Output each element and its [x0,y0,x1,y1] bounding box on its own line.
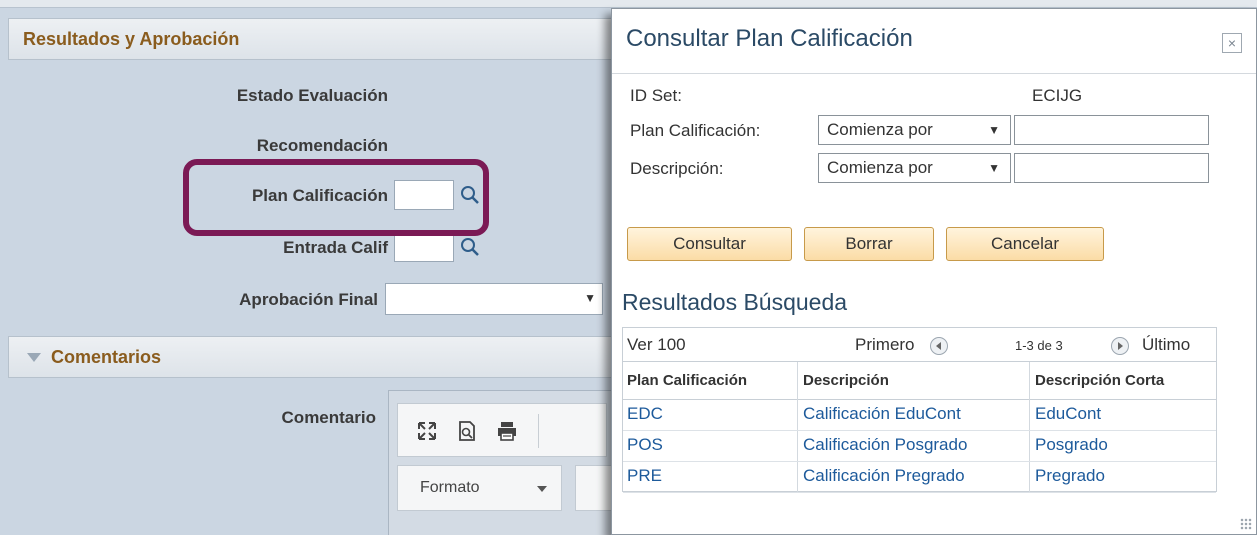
collapse-triangle-icon[interactable] [27,352,41,362]
cell-plan[interactable]: POS [627,435,663,455]
id-set-label: ID Set: [630,86,682,105]
previous-icon[interactable] [930,337,948,355]
column-header-descripcion-corta[interactable]: Descripción Corta [1035,372,1164,389]
label-estado-evaluacion: Estado Evaluación [236,86,388,105]
last-link[interactable]: Último [1142,335,1190,355]
section-header-comments[interactable]: Comentarios [8,336,648,378]
highlight-frame [183,159,489,236]
lookup-modal: Consultar Plan Calificación × ID Set: EC… [611,8,1257,535]
modal-title: Consultar Plan Calificación [626,25,913,52]
chevron-down-icon: ▼ [988,123,1000,137]
cell-descripcion-corta[interactable]: Pregrado [1035,466,1105,486]
cell-descripcion-corta[interactable]: EduCont [1035,404,1101,424]
caret-down-icon [537,486,547,492]
grid-header: Plan Calificación Descripción Descripció… [623,362,1216,400]
results-title: Resultados Búsqueda [622,289,848,315]
label-aprobacion-final: Aprobación Final [239,290,378,309]
lookup-icon[interactable] [459,236,481,258]
column-header-plan[interactable]: Plan Calificación [627,372,747,389]
column-header-descripcion[interactable]: Descripción [803,372,889,389]
next-icon[interactable] [1111,337,1129,355]
label-recomendacion: Recomendación [256,136,388,155]
table-row[interactable]: POS Calificación Posgrado Posgrado [623,431,1216,462]
borrar-button[interactable]: Borrar [804,227,934,261]
cell-plan[interactable]: EDC [627,404,663,424]
toolbar-separator [538,414,539,448]
cell-plan[interactable]: PRE [627,466,662,486]
chevron-down-icon: ▼ [988,161,1000,175]
label-entrada-calif: Entrada Calif [283,238,388,257]
view-100-link[interactable]: Ver 100 [627,335,686,355]
table-row[interactable]: EDC Calificación EduCont EduCont [623,400,1216,431]
id-set-value: ECIJG [1032,86,1083,105]
label-comentario: Comentario [281,408,376,427]
cancelar-button[interactable]: Cancelar [946,227,1104,261]
chevron-down-icon: ▼ [584,291,596,305]
table-row[interactable]: PRE Calificación Pregrado Pregrado [623,462,1216,493]
section-title-comments: Comentarios [51,346,162,367]
plan-calificacion-label: Plan Calificación: [630,121,761,140]
plan-calificacion-search-input[interactable] [1014,115,1209,145]
rich-text-editor[interactable]: Formato [388,390,618,535]
format-dropdown[interactable]: Formato [397,465,562,511]
section-header-results[interactable]: Resultados y Aprobación [8,18,648,60]
print-icon[interactable] [496,420,518,442]
preview-icon[interactable] [456,420,478,442]
results-grid: Ver 100 Primero 1-3 de 3 Último Plan Cal… [622,327,1217,493]
plan-operator-select[interactable]: Comienza por ▼ [818,115,1011,145]
descripcion-search-input[interactable] [1014,153,1209,183]
maximize-icon[interactable] [416,420,438,442]
first-link[interactable]: Primero [855,335,915,355]
top-strip [0,0,1257,8]
cell-descripcion[interactable]: Calificación Pregrado [803,466,965,486]
desc-operator-select[interactable]: Comienza por ▼ [818,153,1011,183]
aprobacion-final-select[interactable]: ▼ [385,283,603,315]
font-dropdown[interactable] [575,465,615,511]
descripcion-label: Descripción: [630,159,724,178]
consultar-button[interactable]: Consultar [627,227,792,261]
row-count: 1-3 de 3 [1015,338,1063,353]
plan-operator-value: Comienza por [827,120,933,139]
desc-operator-value: Comienza por [827,158,933,177]
entrada-calif-input[interactable] [394,232,454,262]
cell-descripcion-corta[interactable]: Posgrado [1035,435,1108,455]
modal-divider [612,73,1256,74]
resize-handle[interactable] [1240,518,1252,530]
cell-descripcion[interactable]: Calificación EduCont [803,404,961,424]
format-dropdown-label: Formato [420,479,480,496]
section-title-results: Resultados y Aprobación [23,28,240,49]
editor-toolbar [397,403,607,457]
cell-descripcion[interactable]: Calificación Posgrado [803,435,967,455]
grid-navigation: Ver 100 Primero 1-3 de 3 Último [623,328,1216,362]
close-icon[interactable]: × [1222,33,1242,53]
